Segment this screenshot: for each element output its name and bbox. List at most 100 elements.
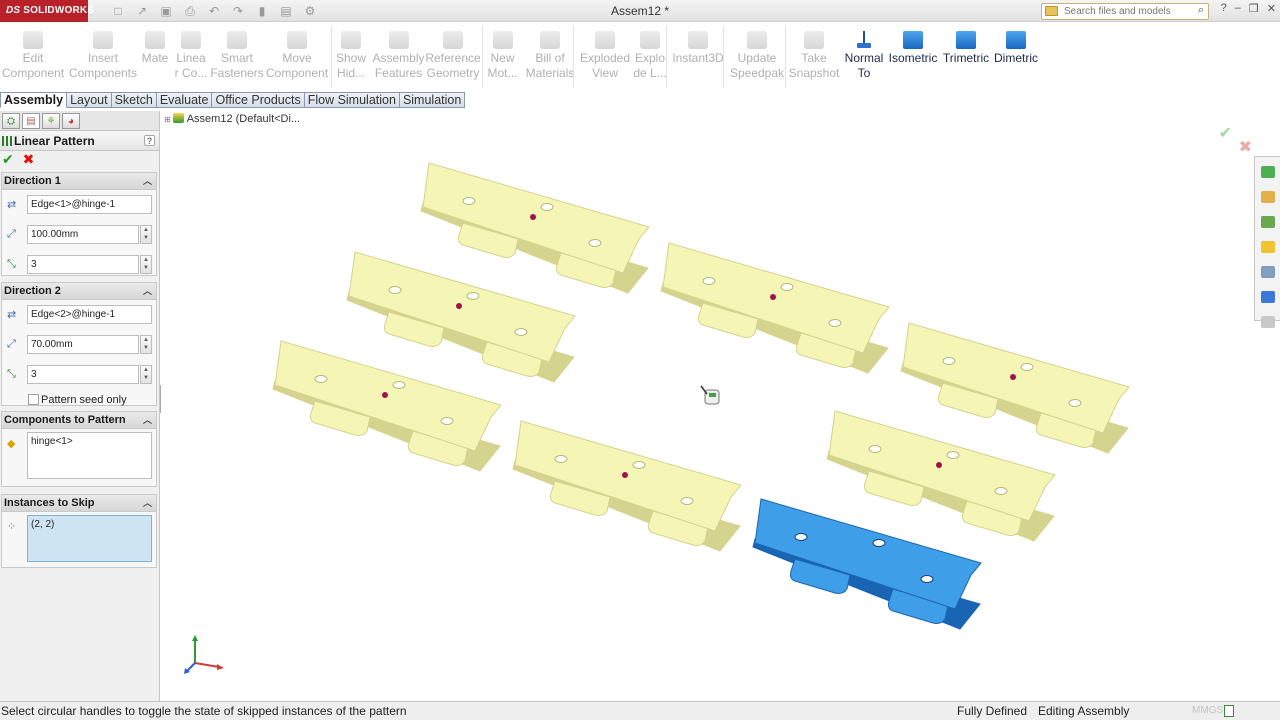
pattern-instance-hinge[interactable]	[346, 251, 576, 383]
view-palette-icon[interactable]	[1260, 241, 1275, 253]
direction-1-spacing-field[interactable]: 100.00mm	[27, 225, 139, 244]
direction-2-edge-field[interactable]: Edge<2>@hinge-1	[27, 305, 152, 324]
display-manager-tab-icon[interactable]: ◕	[62, 113, 80, 129]
tab-assembly[interactable]: Assembly	[0, 92, 68, 108]
isometric-view-button[interactable]: Isometric	[886, 22, 940, 92]
direction-2-header[interactable]: Direction 2 ︿	[2, 283, 156, 300]
linear-component-pattern-button[interactable]: Linea r Co...	[172, 22, 210, 92]
minimize-icon[interactable]: –	[1235, 2, 1241, 15]
collapse-chevron-icon[interactable]: ︿	[143, 283, 152, 300]
collapse-chevron-icon[interactable]: ︿	[143, 412, 152, 429]
tab-layout[interactable]: Layout	[67, 92, 112, 108]
pattern-instance-hinge[interactable]	[900, 322, 1130, 454]
open-document-icon[interactable]: ↗	[134, 4, 150, 18]
tab-evaluate[interactable]: Evaluate	[156, 92, 213, 108]
pattern-instance-hinge[interactable]	[826, 410, 1056, 542]
direction-1-spacing-spinner[interactable]: ▲ ▼	[140, 225, 152, 244]
assembly-features-button[interactable]: Assembly Features	[372, 22, 425, 92]
direction-1-edge-field[interactable]: Edge<1>@hinge-1	[27, 195, 152, 214]
collapse-chevron-icon[interactable]: ︿	[143, 173, 152, 190]
confirmation-cancel-icon[interactable]: ✖	[1239, 137, 1252, 157]
reverse-direction-icon[interactable]: ⇄	[7, 198, 21, 211]
skip-instance-handle[interactable]	[382, 392, 388, 398]
tab-simulation[interactable]: Simulation	[399, 92, 466, 108]
take-snapshot-button[interactable]: Take Snapshot	[787, 22, 841, 92]
ok-checkmark-icon[interactable]: ✔	[2, 151, 14, 167]
mate-button[interactable]: Mate	[138, 22, 172, 92]
skip-instance-handle[interactable]	[1010, 374, 1016, 380]
checkbox-box[interactable]	[28, 394, 39, 405]
feature-manager-tab-icon[interactable]: ⛭	[2, 113, 20, 129]
trimetric-view-button[interactable]: Trimetric	[940, 22, 992, 92]
search-box[interactable]: ⌕	[1041, 3, 1209, 20]
tab-office-products[interactable]: Office Products	[212, 92, 305, 108]
file-explorer-icon[interactable]	[1260, 216, 1275, 228]
save-icon[interactable]: ▣	[158, 4, 174, 18]
help-button[interactable]: ?	[144, 135, 155, 146]
solidworks-logo[interactable]: DS SOLIDWORKS	[0, 0, 94, 22]
pattern-instance-hinge[interactable]	[272, 340, 502, 472]
skip-instance-handle[interactable]	[936, 462, 942, 468]
instances-to-skip-header[interactable]: Instances to Skip ︿	[2, 495, 156, 512]
pattern-instance-hinge[interactable]	[512, 420, 742, 552]
file-properties-icon[interactable]: ▤	[278, 4, 294, 18]
skip-instance-handle[interactable]	[622, 472, 628, 478]
skip-instance-handle[interactable]	[530, 214, 536, 220]
components-to-pattern-list[interactable]: hinge<1>	[27, 432, 152, 479]
print-icon[interactable]: ⎙	[182, 4, 198, 19]
insert-components-button[interactable]: Insert Components	[68, 22, 138, 92]
new-motion-study-button[interactable]: New Mot...	[484, 22, 521, 92]
skip-instance-handle[interactable]	[770, 294, 776, 300]
status-document-icon[interactable]	[1224, 705, 1234, 717]
help-icon[interactable]: ?	[1221, 2, 1227, 15]
move-component-button[interactable]: Move Component	[266, 22, 328, 92]
direction-2-spacing-spinner[interactable]: ▲ ▼	[140, 335, 152, 354]
exploded-view-button[interactable]: Exploded View	[579, 22, 631, 92]
instant3d-button[interactable]: Instant3D	[671, 22, 725, 92]
pattern-seed-only-checkbox[interactable]: Pattern seed only	[28, 394, 127, 407]
pattern-instance-hinge[interactable]	[660, 242, 890, 374]
search-icon[interactable]: ⌕	[1198, 4, 1204, 17]
configuration-manager-tab-icon[interactable]: ⚘	[42, 113, 60, 129]
direction-1-header[interactable]: Direction 1 ︿	[2, 173, 156, 190]
direction-2-instances-field[interactable]: 3	[27, 365, 139, 384]
bill-of-materials-button[interactable]: Bill of Materials	[523, 22, 577, 92]
graphics-area[interactable]: ⊞Assem12 (Default<Di... ⊕⊙⤺◧◨◩◔●◐▦ ✔ ✖ ▭…	[161, 111, 1280, 701]
collapse-chevron-icon[interactable]: ︿	[143, 495, 152, 512]
appearances-icon[interactable]	[1260, 266, 1275, 278]
reverse-direction-icon[interactable]: ⇄	[7, 308, 21, 321]
solidworks-resources-icon[interactable]	[1260, 166, 1275, 178]
forum-icon[interactable]	[1260, 316, 1275, 328]
design-library-icon[interactable]	[1260, 191, 1275, 203]
instances-to-skip-list[interactable]: (2, 2)	[27, 515, 152, 562]
search-input[interactable]	[1064, 5, 1184, 18]
direction-1-instances-spinner[interactable]: ▲ ▼	[140, 255, 152, 274]
smart-fasteners-button[interactable]: Smart Fasteners	[210, 22, 264, 92]
explode-line-sketch-button[interactable]: Explo de L...	[631, 22, 669, 92]
show-hidden-button[interactable]: Show Hid...	[333, 22, 369, 92]
skip-instance-handle[interactable]	[456, 303, 462, 309]
redo-icon[interactable]: ↷	[230, 4, 246, 18]
dimetric-view-button[interactable]: Dimetric	[992, 22, 1040, 92]
components-to-pattern-header[interactable]: Components to Pattern ︿	[2, 412, 156, 429]
reference-geometry-button[interactable]: Reference Geometry	[425, 22, 481, 92]
direction-1-instances-field[interactable]: 3	[27, 255, 139, 274]
direction-2-instances-spinner[interactable]: ▲ ▼	[140, 365, 152, 384]
edit-component-button[interactable]: Edit Component	[2, 22, 64, 92]
tab-sketch[interactable]: Sketch	[111, 92, 157, 108]
new-document-icon[interactable]: □	[110, 4, 126, 18]
custom-properties-icon[interactable]	[1260, 291, 1275, 303]
close-icon[interactable]: ✕	[1267, 2, 1276, 15]
confirmation-ok-icon[interactable]: ✔	[1219, 123, 1232, 143]
list-item[interactable]: (2, 2)	[31, 519, 148, 530]
options-icon[interactable]: ⚙	[302, 4, 318, 18]
property-manager-tab-icon[interactable]: ▤	[22, 113, 40, 129]
restore-icon[interactable]: ❐	[1249, 2, 1259, 15]
undo-icon[interactable]: ↶	[206, 4, 222, 18]
status-units[interactable]: MMGS	[1192, 702, 1223, 720]
normal-to-button[interactable]: Normal To	[842, 22, 886, 92]
direction-2-spacing-field[interactable]: 70.00mm	[27, 335, 139, 354]
list-item[interactable]: hinge<1>	[31, 436, 148, 447]
rebuild-icon[interactable]: ▮	[254, 4, 270, 18]
seed-hinge-part[interactable]	[752, 498, 982, 630]
